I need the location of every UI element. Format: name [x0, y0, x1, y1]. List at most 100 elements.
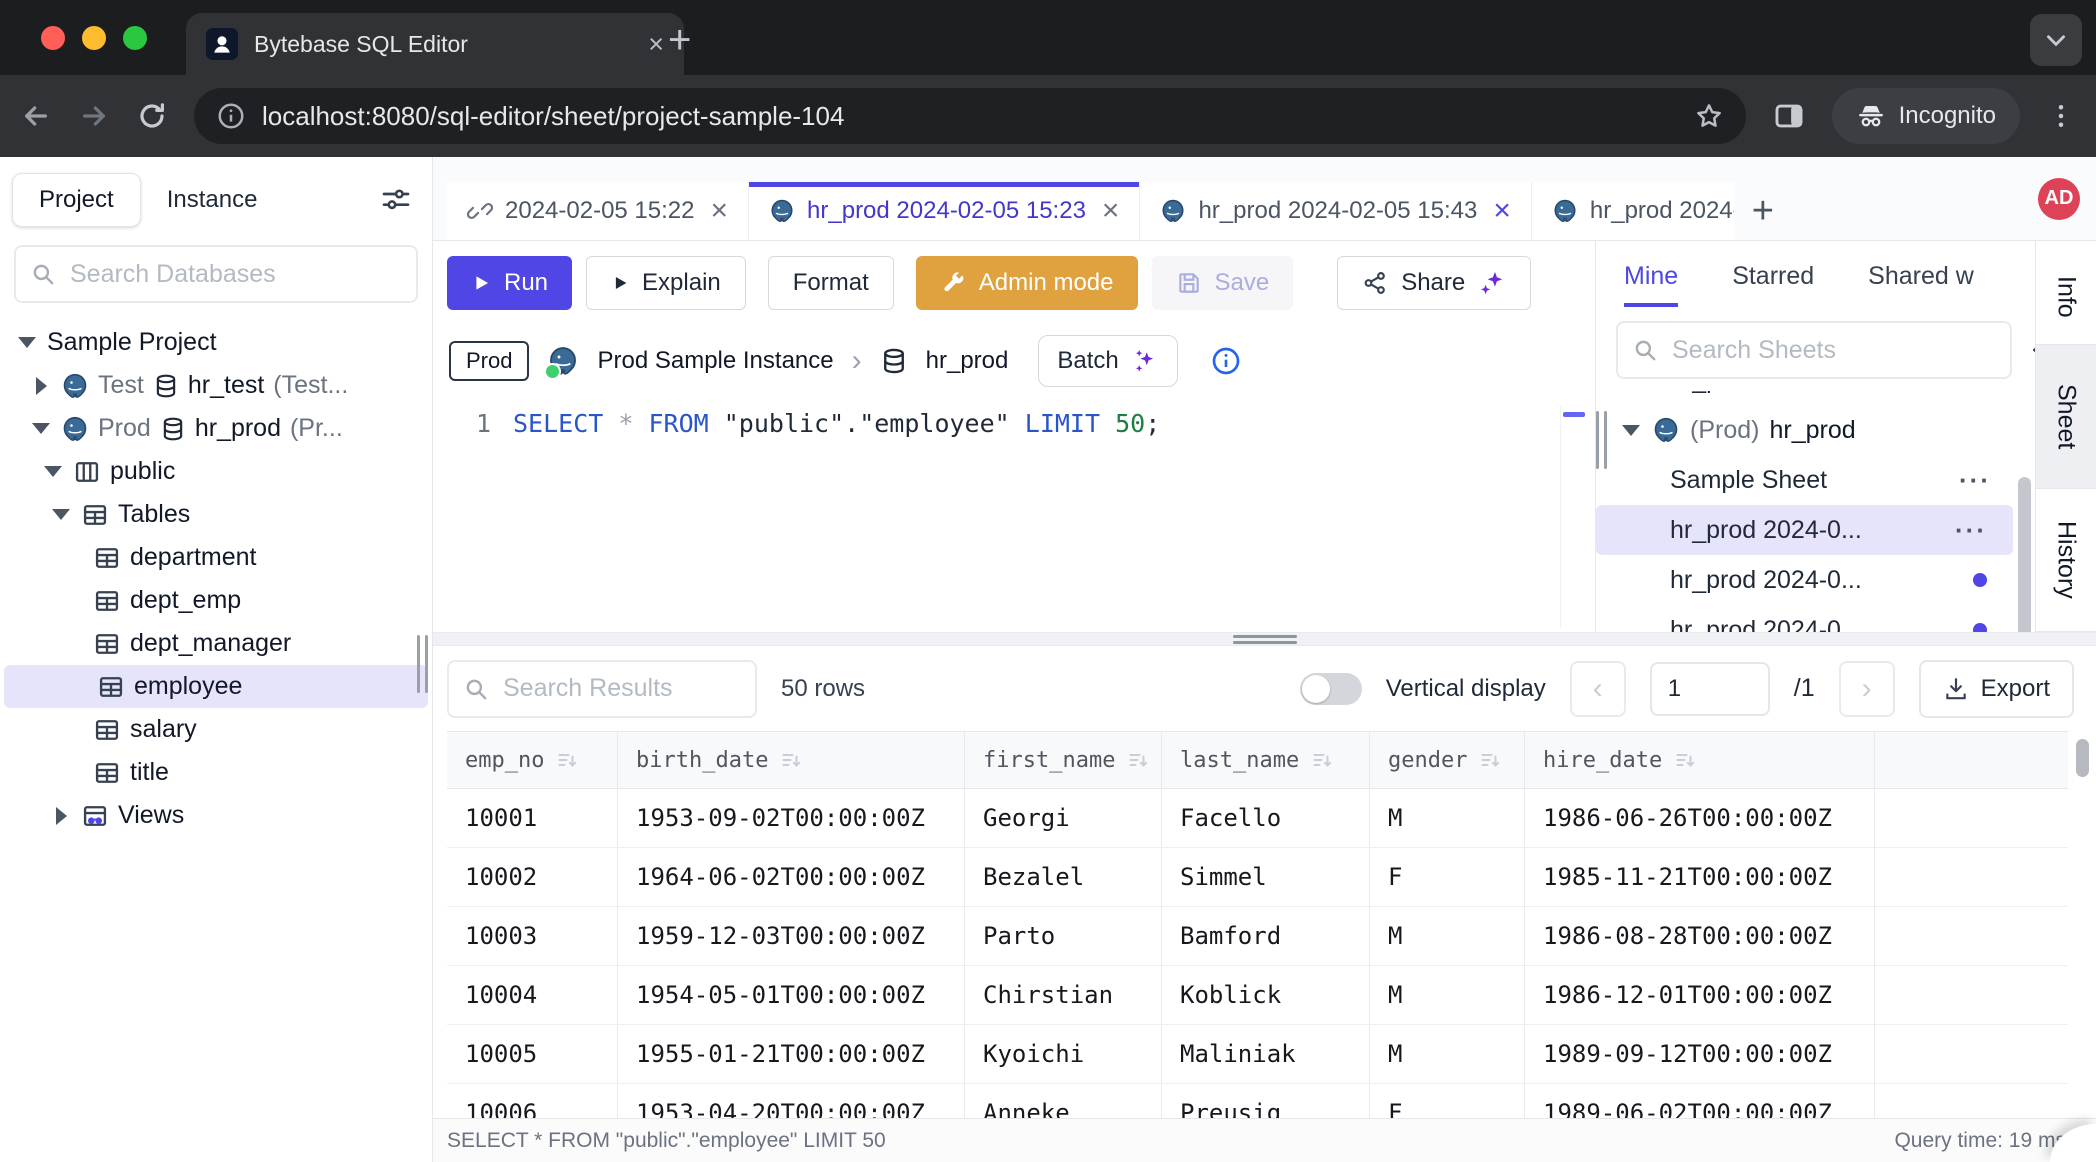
- browser-tab-close-icon[interactable]: ×: [648, 31, 664, 58]
- sidebar-resize-handle[interactable]: [417, 635, 428, 693]
- tree-item[interactable]: Sample Project: [0, 321, 432, 364]
- editor-tab[interactable]: hr_prod 2024-0: [1532, 182, 1734, 240]
- tree-item[interactable]: Testhr_test(Test...: [0, 364, 432, 407]
- sort-icon[interactable]: [1311, 748, 1335, 772]
- column-header[interactable]: last_name: [1162, 732, 1370, 788]
- column-header[interactable]: birth_date: [618, 732, 965, 788]
- table-cell[interactable]: 10003: [447, 907, 618, 965]
- browser-tab[interactable]: Bytebase SQL Editor ×: [186, 13, 684, 75]
- instance-name[interactable]: Prod Sample Instance: [597, 347, 833, 375]
- tree-item[interactable]: dept_emp: [0, 579, 432, 622]
- table-cell[interactable]: 10004: [447, 966, 618, 1024]
- results-search-input[interactable]: [501, 673, 741, 704]
- new-sheet-tab-button[interactable]: +: [1734, 182, 1792, 240]
- filter-settings-icon[interactable]: [380, 184, 412, 216]
- column-header[interactable]: emp_no: [447, 732, 618, 788]
- bookmark-star-icon[interactable]: [1694, 101, 1724, 131]
- table-cell[interactable]: Bamford: [1162, 907, 1370, 965]
- table-cell[interactable]: Simmel: [1162, 848, 1370, 906]
- column-header[interactable]: hire_date: [1525, 732, 1875, 788]
- table-cell[interactable]: F: [1370, 1084, 1525, 1118]
- sidebar-tab-project[interactable]: Project: [12, 173, 141, 227]
- more-menu-icon[interactable]: ···: [1955, 515, 1987, 546]
- editor-tab[interactable]: hr_prod 2024-02-05 15:23×: [749, 182, 1140, 240]
- info-circle-icon[interactable]: [1210, 345, 1242, 377]
- caret-down-icon[interactable]: [30, 423, 52, 434]
- results-scrollbar[interactable]: [2076, 739, 2089, 777]
- sort-icon[interactable]: [1674, 748, 1698, 772]
- table-cell[interactable]: 1955-01-21T00:00:00Z: [618, 1025, 965, 1083]
- sheet-group[interactable]: (Prod)hr_prod: [1596, 405, 2017, 455]
- window-close-button[interactable]: [41, 26, 65, 50]
- caret-down-icon[interactable]: [42, 466, 64, 477]
- sidebar-tab-instance[interactable]: Instance: [141, 174, 284, 226]
- table-row[interactable]: 100061953-04-20T00:00:00ZAnnekePreusigF1…: [447, 1084, 2068, 1118]
- format-button[interactable]: Format: [768, 256, 894, 310]
- back-icon[interactable]: [20, 100, 52, 132]
- sheet-search[interactable]: [1616, 321, 2012, 379]
- tab-search-button[interactable]: [2030, 14, 2082, 66]
- table-cell[interactable]: 1985-11-21T00:00:00Z: [1525, 848, 1875, 906]
- prev-page-button[interactable]: ‹: [1570, 661, 1626, 717]
- share-button[interactable]: Share: [1337, 256, 1531, 310]
- database-search[interactable]: [14, 245, 418, 303]
- table-cell[interactable]: Kyoichi: [965, 1025, 1162, 1083]
- page-number-input[interactable]: [1650, 662, 1770, 716]
- more-menu-icon[interactable]: ···: [1959, 465, 1991, 496]
- table-row[interactable]: 100041954-05-01T00:00:00ZChirstianKoblic…: [447, 966, 2068, 1025]
- tree-item[interactable]: Tables: [0, 493, 432, 536]
- table-cell[interactable]: 1986-08-28T00:00:00Z: [1525, 907, 1875, 965]
- sort-icon[interactable]: [1127, 748, 1151, 772]
- table-cell[interactable]: 10006: [447, 1084, 618, 1118]
- sheet-list-item[interactable]: hr_prod 2024-0...···: [1596, 505, 2013, 555]
- table-cell[interactable]: M: [1370, 907, 1525, 965]
- database-name[interactable]: hr_prod: [926, 347, 1009, 375]
- site-info-icon[interactable]: [216, 101, 246, 131]
- table-cell[interactable]: Koblick: [1162, 966, 1370, 1024]
- database-search-input[interactable]: [68, 259, 402, 290]
- forward-icon[interactable]: [78, 100, 110, 132]
- table-row[interactable]: 100051955-01-21T00:00:00ZKyoichiMaliniak…: [447, 1025, 2068, 1084]
- reload-icon[interactable]: [136, 100, 168, 132]
- caret-down-icon[interactable]: [1620, 425, 1642, 436]
- table-cell[interactable]: Facello: [1162, 789, 1370, 847]
- editor-minimap[interactable]: [1560, 406, 1587, 628]
- next-page-button[interactable]: ›: [1839, 661, 1895, 717]
- table-cell[interactable]: 1953-09-02T00:00:00Z: [618, 789, 965, 847]
- sheet-panel-tab-shared-w[interactable]: Shared w: [1868, 262, 1974, 307]
- sort-icon[interactable]: [1479, 748, 1503, 772]
- panel-resize-handle[interactable]: [1596, 411, 1607, 469]
- caret-right-icon[interactable]: [30, 377, 52, 395]
- table-cell[interactable]: 1953-04-20T00:00:00Z: [618, 1084, 965, 1118]
- sql-code-editor[interactable]: 1 SELECT * FROM "public"."employee" LIMI…: [433, 397, 1595, 438]
- editor-tab[interactable]: hr_prod 2024-02-05 15:43×: [1140, 182, 1531, 240]
- close-icon[interactable]: ×: [1102, 196, 1120, 226]
- export-button[interactable]: Export: [1919, 660, 2074, 718]
- sheet-panel-tab-starred[interactable]: Starred: [1732, 262, 1814, 307]
- tree-item[interactable]: employee: [4, 665, 428, 708]
- sheet-list-item[interactable]: hr_prod 2024-0...: [1596, 555, 2017, 605]
- side-panel-icon[interactable]: [1772, 99, 1806, 133]
- vertical-display-toggle[interactable]: [1300, 673, 1362, 705]
- window-minimize-button[interactable]: [82, 26, 106, 50]
- tree-item[interactable]: Views: [0, 794, 432, 837]
- table-row[interactable]: 100031959-12-03T00:00:00ZPartoBamfordM19…: [447, 907, 2068, 966]
- tree-item[interactable]: title: [0, 751, 432, 794]
- results-search[interactable]: [447, 660, 757, 718]
- tree-item[interactable]: public: [0, 450, 432, 493]
- side-tab-info[interactable]: Info: [2036, 249, 2096, 345]
- table-cell[interactable]: 10002: [447, 848, 618, 906]
- tree-item[interactable]: salary: [0, 708, 432, 751]
- explain-button[interactable]: Explain: [586, 256, 746, 310]
- table-cell[interactable]: Chirstian: [965, 966, 1162, 1024]
- save-button[interactable]: Save: [1152, 256, 1294, 310]
- table-cell[interactable]: 1989-06-02T00:00:00Z: [1525, 1084, 1875, 1118]
- browser-menu-icon[interactable]: [2046, 101, 2076, 131]
- table-cell[interactable]: 10001: [447, 789, 618, 847]
- table-cell[interactable]: Bezalel: [965, 848, 1162, 906]
- side-tab-sheet[interactable]: Sheet: [2036, 345, 2096, 489]
- caret-down-icon[interactable]: [16, 337, 38, 348]
- new-browser-tab-button[interactable]: +: [668, 18, 691, 63]
- table-cell[interactable]: Georgi: [965, 789, 1162, 847]
- split-divider[interactable]: [433, 632, 2096, 646]
